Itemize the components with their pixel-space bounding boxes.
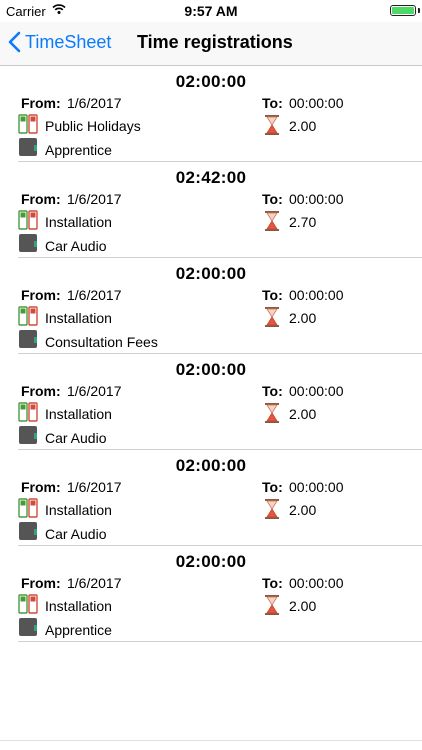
hours-value: 2.00	[289, 502, 317, 518]
to-value: 00:00:00	[289, 479, 344, 495]
work-type: Installation	[45, 502, 112, 518]
from-label: From:	[21, 575, 61, 591]
category-icon	[18, 425, 38, 445]
hours-value: 2.00	[289, 598, 317, 614]
category: Car Audio	[45, 526, 107, 542]
from-label: From:	[21, 479, 61, 495]
work-type: Installation	[45, 214, 112, 230]
page-title: Time registrations	[137, 32, 293, 52]
chevron-left-icon	[8, 31, 21, 53]
hourglass-icon	[264, 402, 280, 424]
category-icon	[18, 137, 38, 157]
hourglass-icon	[264, 306, 280, 328]
hourglass-icon	[264, 498, 280, 520]
to-value: 00:00:00	[289, 191, 344, 207]
duration: 02:42:00	[175, 168, 247, 187]
hourglass-icon	[264, 594, 280, 616]
hours-value: 2.70	[289, 214, 317, 230]
hours-value: 2.00	[289, 406, 317, 422]
hours-value: 2.00	[289, 118, 317, 134]
battery-icon	[390, 5, 416, 16]
category-icon	[18, 233, 38, 253]
to-label: To:	[262, 575, 283, 591]
from-value: 1/6/2017	[67, 575, 122, 591]
duration: 02:00:00	[175, 360, 247, 379]
category: Consultation Fees	[45, 334, 158, 350]
duration: 02:00:00	[175, 72, 247, 91]
list-item[interactable]: 02:00:00 From: 1/6/2017 To: 00:00:00 Pub…	[18, 66, 422, 162]
category-icon	[18, 329, 38, 349]
work-type: Public Holidays	[45, 118, 141, 134]
from-label: From:	[21, 383, 61, 399]
to-value: 00:00:00	[289, 383, 344, 399]
work-type-icon	[18, 210, 38, 230]
hourglass-icon	[264, 210, 280, 232]
work-type-icon	[18, 498, 38, 518]
list-item[interactable]: 02:00:00 From: 1/6/2017 To: 00:00:00 Ins…	[18, 546, 422, 642]
to-label: To:	[262, 191, 283, 207]
category: Car Audio	[45, 430, 107, 446]
work-type-icon	[18, 306, 38, 326]
duration: 02:00:00	[175, 456, 247, 475]
from-value: 1/6/2017	[67, 191, 122, 207]
duration: 02:00:00	[175, 264, 247, 283]
from-label: From:	[21, 95, 61, 111]
category: Car Audio	[45, 238, 107, 254]
from-label: From:	[21, 287, 61, 303]
to-label: To:	[262, 479, 283, 495]
back-button-label: TimeSheet	[25, 31, 112, 52]
from-value: 1/6/2017	[67, 479, 122, 495]
from-value: 1/6/2017	[67, 95, 122, 111]
work-type: Installation	[45, 406, 112, 422]
category-icon	[18, 521, 38, 541]
back-button[interactable]: TimeSheet	[8, 31, 111, 53]
to-value: 00:00:00	[289, 575, 344, 591]
list-item[interactable]: 02:42:00 From: 1/6/2017 To: 00:00:00 Ins…	[18, 162, 422, 258]
work-type: Installation	[45, 598, 112, 614]
category: Apprentice	[45, 622, 112, 638]
bottom-divider	[0, 740, 422, 741]
to-value: 00:00:00	[289, 95, 344, 111]
navigation-bar: TimeSheet Time registrations	[0, 22, 422, 66]
from-label: From:	[21, 191, 61, 207]
hourglass-icon	[264, 114, 280, 136]
list-item[interactable]: 02:00:00 From: 1/6/2017 To: 00:00:00 Ins…	[18, 450, 422, 546]
to-label: To:	[262, 95, 283, 111]
work-type-icon	[18, 114, 38, 134]
registrations-list: 02:00:00 From: 1/6/2017 To: 00:00:00 Pub…	[0, 66, 422, 642]
from-value: 1/6/2017	[67, 287, 122, 303]
work-type-icon	[18, 594, 38, 614]
list-item[interactable]: 02:00:00 From: 1/6/2017 To: 00:00:00 Ins…	[18, 354, 422, 450]
work-type-icon	[18, 402, 38, 422]
to-value: 00:00:00	[289, 287, 344, 303]
battery-cap	[418, 8, 420, 13]
to-label: To:	[262, 383, 283, 399]
work-type: Installation	[45, 310, 112, 326]
list-item[interactable]: 02:00:00 From: 1/6/2017 To: 00:00:00 Ins…	[18, 258, 422, 354]
category: Apprentice	[45, 142, 112, 158]
to-label: To:	[262, 287, 283, 303]
duration: 02:00:00	[175, 552, 247, 571]
status-time: 9:57 AM	[184, 3, 238, 19]
status-bar: Carrier 9:57 AM	[0, 0, 422, 22]
from-value: 1/6/2017	[67, 383, 122, 399]
category-icon	[18, 617, 38, 637]
hours-value: 2.00	[289, 310, 317, 326]
